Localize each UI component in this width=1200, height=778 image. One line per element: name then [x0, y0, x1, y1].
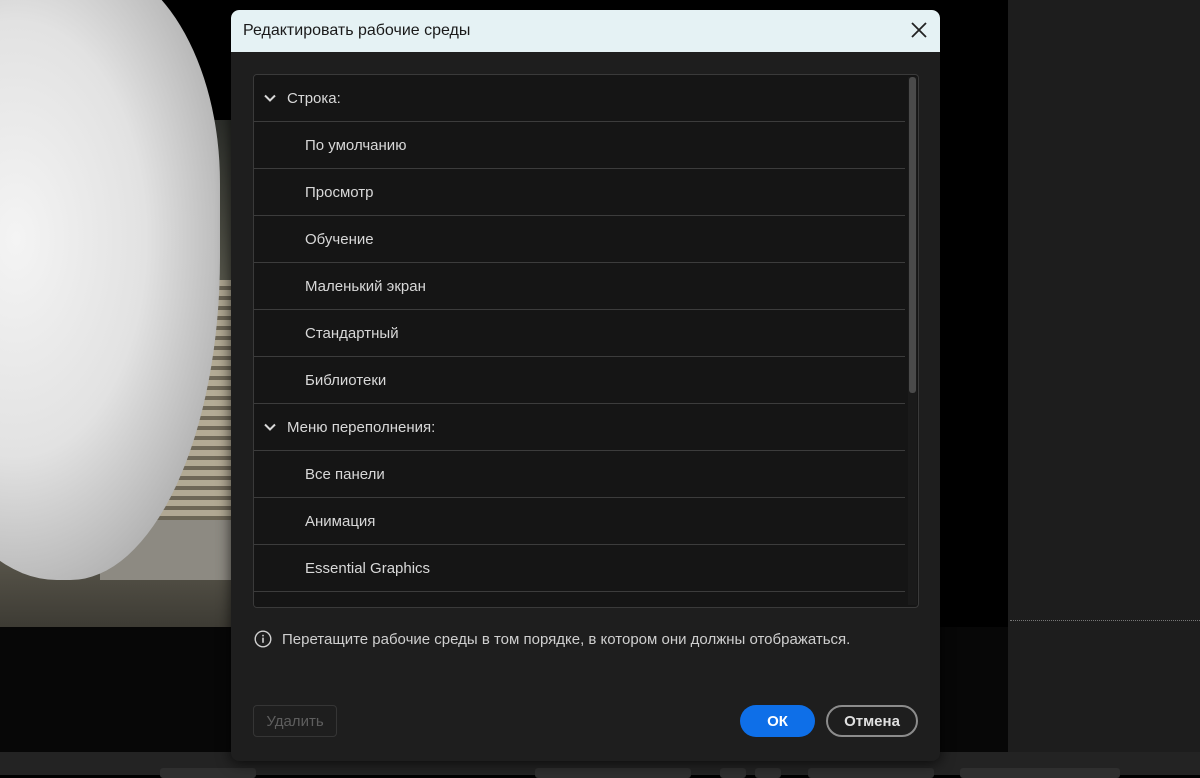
workspace-item[interactable]	[254, 592, 905, 607]
chevron-down-icon[interactable]	[263, 91, 277, 105]
right-side-panel	[1008, 0, 1200, 752]
workspace-list-content: Строка: По умолчанию Просмотр Обучение Мален…	[254, 75, 905, 607]
workspace-item[interactable]: Просмотр	[254, 169, 905, 216]
toolbar-control[interactable]	[535, 768, 691, 778]
hint-text: Перетащите рабочие среды в том порядке, …	[282, 630, 851, 648]
delete-button[interactable]: Удалить	[253, 705, 337, 737]
toolbar-control[interactable]	[960, 768, 1120, 778]
cancel-button[interactable]: Отмена	[826, 705, 918, 737]
workspace-item-label: Все панели	[305, 465, 385, 483]
workspace-item-label: Обучение	[305, 230, 374, 248]
toolbar-control[interactable]	[720, 768, 746, 778]
toolbar-control[interactable]	[755, 768, 781, 778]
workspace-item-label: Essential Graphics	[305, 559, 431, 577]
scrollbar-thumb[interactable]	[909, 77, 916, 393]
workspace-item[interactable]: Анимация	[254, 498, 905, 545]
edit-workspaces-dialog: Редактировать рабочие среды Строка: По ум…	[231, 10, 940, 761]
hint-message: Перетащите рабочие среды в том порядке, …	[254, 630, 850, 648]
workspace-item[interactable]: Все панели	[254, 451, 905, 498]
workspace-item[interactable]: Стандартный	[254, 310, 905, 357]
scrollbar-track[interactable]	[908, 77, 917, 605]
toolbar-control[interactable]	[160, 768, 256, 778]
workspace-group-label: Меню переполнения:	[287, 418, 436, 436]
chevron-down-icon[interactable]	[263, 420, 277, 434]
workspace-list[interactable]: Строка: По умолчанию Просмотр Обучение Мален…	[253, 74, 919, 608]
workspace-item[interactable]: Essential Graphics	[254, 545, 905, 592]
dialog-header: Редактировать рабочие среды	[231, 10, 940, 52]
workspace-item[interactable]: Обучение	[254, 216, 905, 263]
workspace-item[interactable]: По умолчанию	[254, 122, 905, 169]
workspace-item-label: Анимация	[305, 512, 376, 530]
workspace-item-label: Библиотеки	[305, 371, 387, 389]
workspace-item-label: Просмотр	[305, 183, 374, 201]
close-icon[interactable]	[908, 19, 930, 41]
workspace-item-label: По умолчанию	[305, 136, 407, 154]
workspace-item-label: Стандартный	[305, 324, 399, 342]
workspace-group-label: Строка:	[287, 89, 341, 107]
workspace-item[interactable]: Маленький экран	[254, 263, 905, 310]
info-icon	[254, 630, 272, 648]
toolbar-control[interactable]	[808, 768, 934, 778]
workspace-group-header[interactable]: Меню переполнения:	[254, 404, 905, 451]
dialog-title: Редактировать рабочие среды	[243, 22, 471, 39]
ok-button[interactable]: ОК	[740, 705, 815, 737]
panel-divider	[1010, 620, 1200, 621]
workspace-item-label: Маленький экран	[305, 277, 426, 295]
workspace-item[interactable]: Библиотеки	[254, 357, 905, 404]
workspace-group-header[interactable]: Строка:	[254, 75, 905, 122]
